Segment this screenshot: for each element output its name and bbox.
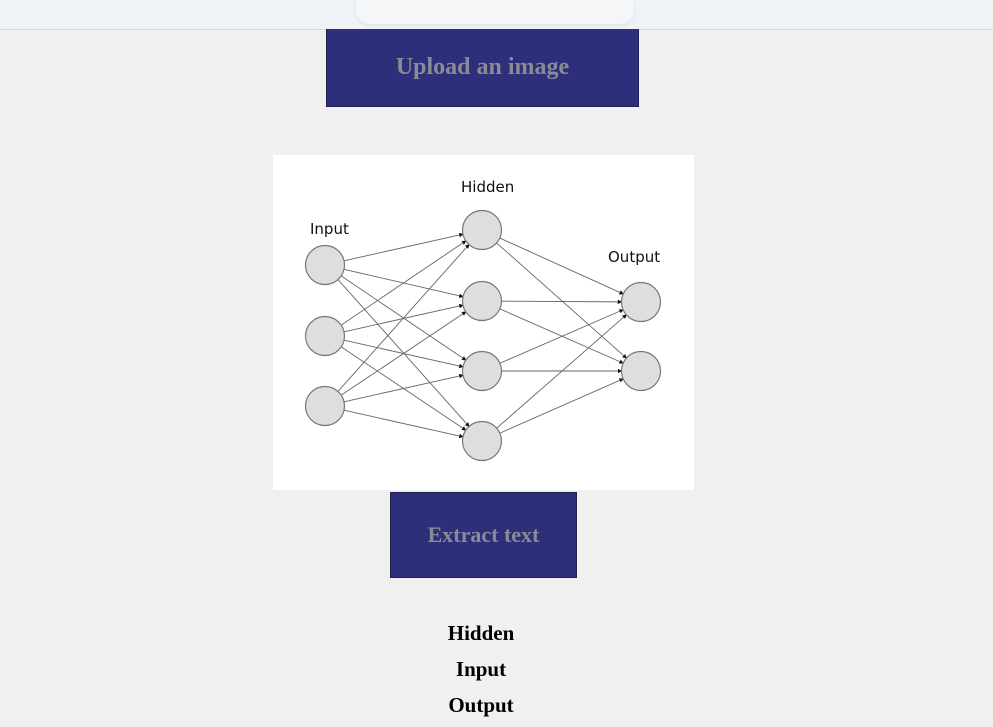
hidden-layer-label: Hidden bbox=[461, 178, 514, 196]
output-node bbox=[620, 350, 662, 392]
connection-edge bbox=[499, 378, 624, 434]
top-bar bbox=[0, 0, 993, 30]
connection-edge bbox=[343, 373, 464, 403]
connection-edge bbox=[337, 243, 470, 392]
connection-edge bbox=[501, 299, 623, 305]
input-node bbox=[304, 315, 346, 357]
hidden-node bbox=[461, 420, 503, 462]
connection-edge bbox=[499, 237, 624, 295]
hidden-node bbox=[461, 209, 503, 251]
result-line: Input bbox=[455, 657, 507, 681]
input-layer-label: Input bbox=[310, 220, 349, 238]
input-node bbox=[304, 385, 346, 427]
output-node bbox=[620, 281, 662, 323]
hidden-node bbox=[461, 350, 503, 392]
upload-image-button[interactable]: Upload an image bbox=[326, 29, 639, 107]
output-layer-label: Output bbox=[608, 248, 660, 266]
connection-edge bbox=[496, 314, 627, 429]
connection-edge bbox=[340, 240, 467, 326]
connection-edge bbox=[343, 409, 464, 439]
extract-text-button[interactable]: Extract text bbox=[390, 492, 577, 578]
extracted-text-results: Hidden Input Output bbox=[381, 619, 581, 727]
result-line: Hidden bbox=[447, 621, 515, 645]
neural-network-diagram: Hidden Input Output bbox=[304, 178, 662, 462]
input-node bbox=[304, 244, 346, 286]
connection-edge bbox=[496, 242, 627, 359]
hidden-node bbox=[461, 280, 503, 322]
result-line: Output bbox=[448, 693, 514, 717]
uploaded-image-preview: Hidden Input Output bbox=[273, 155, 694, 490]
connection-edge bbox=[340, 311, 467, 396]
top-bar-pill bbox=[356, 0, 634, 24]
connection-edge bbox=[343, 232, 464, 262]
